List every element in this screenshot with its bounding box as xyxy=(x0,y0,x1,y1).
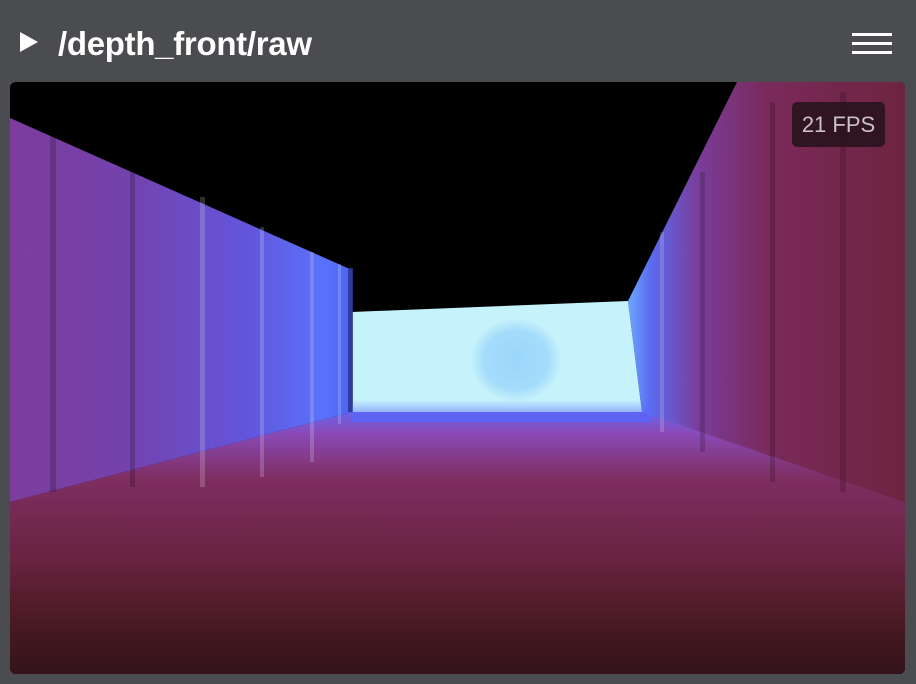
panel-header: /depth_front/raw xyxy=(0,0,916,82)
depth-image xyxy=(10,82,905,674)
depth-image-view[interactable]: 21 FPS xyxy=(10,82,905,674)
hamburger-menu-icon[interactable] xyxy=(850,30,894,58)
fps-badge: 21 FPS xyxy=(792,102,885,147)
image-panel: /depth_front/raw 21 FPS xyxy=(0,0,916,684)
play-icon[interactable] xyxy=(18,30,40,54)
topic-title: /depth_front/raw xyxy=(58,25,312,62)
object-blob xyxy=(470,318,562,402)
